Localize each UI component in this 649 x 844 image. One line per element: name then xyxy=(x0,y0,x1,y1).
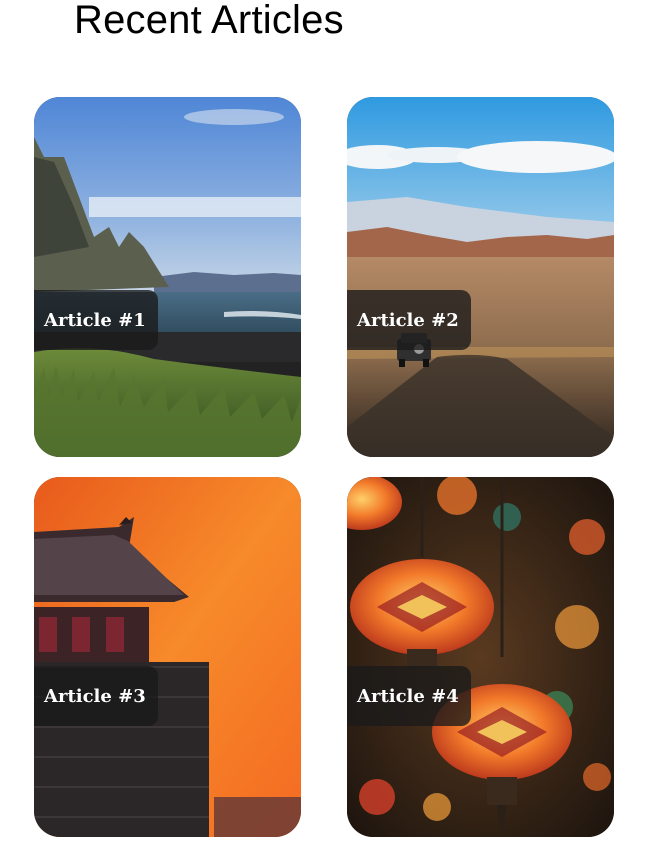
article-card-1[interactable]: Article #1 xyxy=(34,97,301,457)
article-image-coastal-mountains xyxy=(34,97,301,457)
article-label-2: Article #2 xyxy=(347,290,471,350)
article-image-pagoda-sunset xyxy=(34,477,301,837)
article-card-2[interactable]: Article #2 xyxy=(347,97,614,457)
article-label-4: Article #4 xyxy=(347,666,471,726)
article-title-1: Article #1 xyxy=(44,309,146,331)
articles-grid: Article #1 Article #2 Article #3 Article… xyxy=(0,0,649,844)
article-label-1: Article #1 xyxy=(34,290,158,350)
article-card-4[interactable]: Article #4 xyxy=(347,477,614,837)
article-title-4: Article #4 xyxy=(357,685,459,707)
article-title-3: Article #3 xyxy=(44,685,146,707)
article-title-2: Article #2 xyxy=(357,309,459,331)
article-card-3[interactable]: Article #3 xyxy=(34,477,301,837)
article-label-3: Article #3 xyxy=(34,666,158,726)
article-image-desert-road xyxy=(347,97,614,457)
article-image-mosaic-lanterns xyxy=(347,477,614,837)
